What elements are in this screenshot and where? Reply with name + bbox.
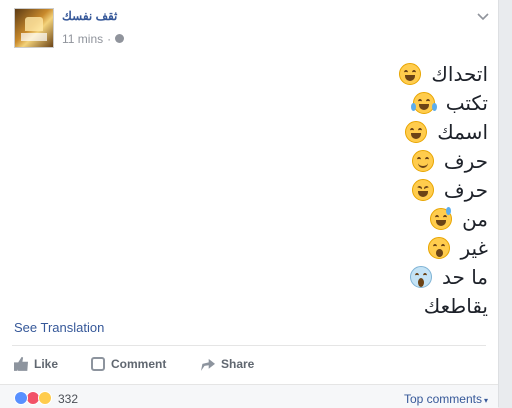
post-line: من [188,205,488,234]
post-line: غير [188,234,488,263]
post-line: تكتب [188,89,488,118]
post-line: حرف [188,147,488,176]
grinning-face-icon [399,62,422,85]
caret-down-icon: ▾ [483,396,488,405]
grinning-face-icon [404,120,427,143]
book-icon [25,17,43,31]
like-reaction-icon[interactable] [14,391,28,405]
post-line: حرف [188,176,488,205]
reaction-count[interactable]: 332 [58,392,78,406]
reactions-bar: 332 Top comments ▾ [0,384,498,408]
post-text: اتحداك تكتب اسمك حرف حرف من غير ما حد يق… [188,60,488,321]
post-card: ثقف نفسك 11 mins · اتحداك تكتب اسمك حرف ح… [0,0,499,408]
page-avatar[interactable] [14,8,54,48]
post-line: اتحداك [188,60,488,89]
squinting-face-icon [411,178,434,201]
post-line: اسمك [188,118,488,147]
comment-icon [91,356,105,371]
chevron-down-icon[interactable] [476,10,490,24]
globe-icon[interactable] [115,34,125,44]
post-line: يقاطعك [423,294,488,318]
smiling-face-icon [411,149,434,172]
top-comments-dropdown[interactable]: Top comments ▾ [404,392,488,406]
screaming-face-icon [409,265,432,288]
post-line: ما حد [188,263,488,292]
share-icon [201,358,215,371]
post-meta: 11 mins · [62,32,125,46]
share-button[interactable]: Share [201,357,254,372]
timestamp[interactable]: 11 mins [62,32,103,46]
like-button[interactable]: Like [14,356,58,372]
tears-of-joy-icon [411,91,438,114]
thumbs-up-icon [14,356,28,371]
comment-button[interactable]: Comment [91,356,166,372]
see-translation-link[interactable]: See Translation [14,320,104,335]
divider [12,345,486,346]
page-name-link[interactable]: ثقف نفسك [62,9,117,23]
astonished-face-icon [428,236,451,259]
haha-reaction-icon[interactable] [38,391,52,405]
sweat-smile-icon [429,206,452,230]
separator: · [107,32,112,46]
post-header: ثقف نفسك 11 mins · [14,8,498,52]
